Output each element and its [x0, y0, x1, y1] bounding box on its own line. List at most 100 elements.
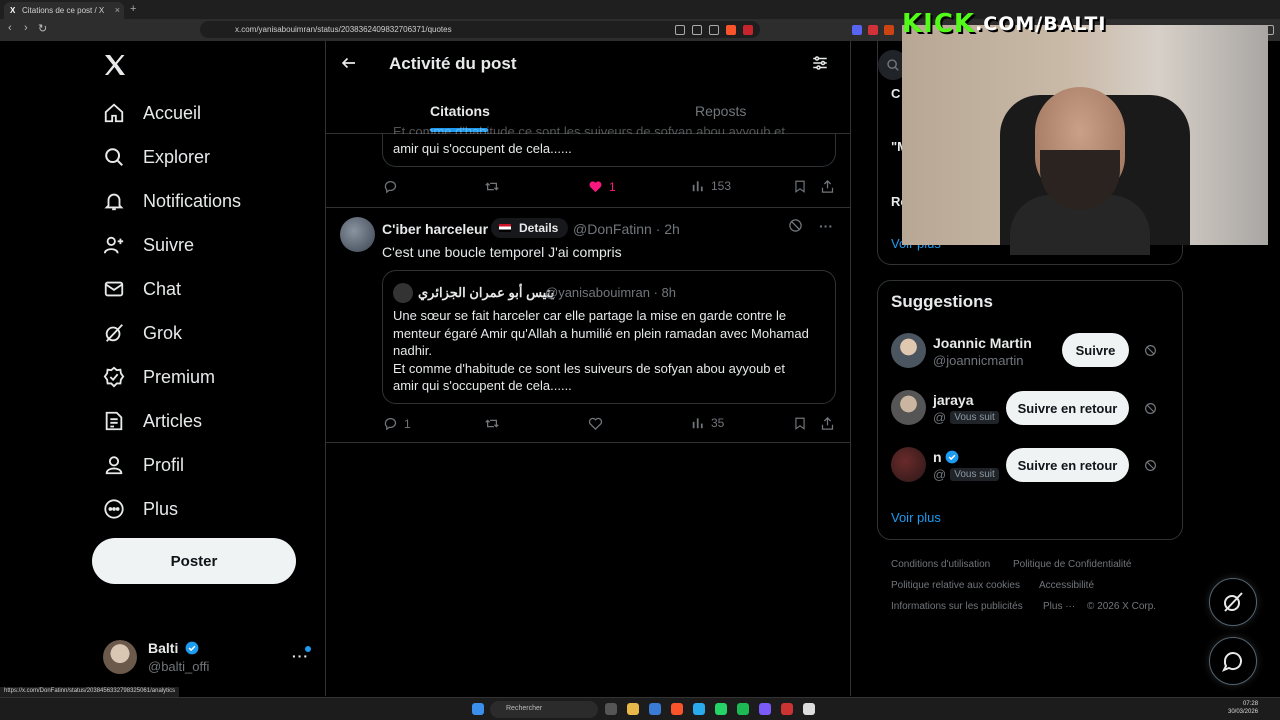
- taskbar-clock: 07:28 30/03/2026: [1228, 701, 1259, 715]
- dismiss-icon[interactable]: [1144, 402, 1157, 415]
- zoom-icon[interactable]: [675, 25, 685, 35]
- suggestion-name[interactable]: n: [933, 449, 959, 465]
- nav-item-label: Notifications: [143, 190, 242, 211]
- account-handle: @balti_offi: [148, 659, 210, 674]
- nav-item-accueil[interactable]: Accueil: [103, 99, 201, 127]
- footer-cookies-link[interactable]: Politique relative aux cookies: [891, 580, 1020, 591]
- post-author-name[interactable]: C'iber harceleur: [382, 221, 488, 237]
- details-badge[interactable]: Details: [491, 218, 569, 238]
- taskbar-search[interactable]: Rechercher: [490, 701, 598, 718]
- footer-terms-link[interactable]: Conditions d'utilisation: [891, 559, 990, 570]
- grok-floating-button[interactable]: [1209, 578, 1257, 626]
- reload-icon[interactable]: ↻: [38, 22, 47, 35]
- like-button[interactable]: [588, 416, 603, 431]
- bookmark-button[interactable]: [793, 416, 807, 431]
- filter-icon[interactable]: [811, 54, 829, 72]
- x-logo-icon[interactable]: [103, 53, 127, 77]
- extension-icon[interactable]: [852, 25, 862, 35]
- views-icon: [691, 179, 705, 193]
- suggestion-handle: @joannicmartin: [933, 353, 1024, 368]
- nav-item-notifications[interactable]: Notifications: [103, 187, 241, 215]
- cast-icon[interactable]: [692, 25, 702, 35]
- close-tab-icon[interactable]: ×: [115, 5, 120, 15]
- suggestions-title: Suggestions: [891, 292, 994, 311]
- new-tab-icon[interactable]: +: [130, 3, 136, 15]
- nav-item-explorer[interactable]: Explorer: [103, 143, 210, 171]
- share-icon: [820, 416, 835, 431]
- show-more-suggestions-link[interactable]: Voir plus: [891, 510, 941, 525]
- nav-item-premium[interactable]: Premium: [103, 363, 215, 391]
- nav-item-profil[interactable]: Profil: [103, 451, 184, 479]
- trend-item[interactable]: C: [891, 86, 900, 101]
- task-view-icon[interactable]: [605, 703, 617, 715]
- share-icon[interactable]: [709, 25, 719, 35]
- spotify-icon[interactable]: [737, 703, 749, 715]
- chat-floating-button[interactable]: [1209, 637, 1257, 685]
- views-button[interactable]: 153: [691, 179, 731, 193]
- suggestion-name[interactable]: Joannic Martin: [933, 335, 1032, 351]
- tab-citations[interactable]: Citations: [430, 103, 490, 119]
- brave-rewards-icon[interactable]: [743, 25, 753, 35]
- brave-icon[interactable]: [671, 703, 683, 715]
- whatsapp-icon[interactable]: [715, 703, 727, 715]
- more-options-icon[interactable]: ···: [819, 218, 833, 234]
- avatar[interactable]: [891, 333, 926, 368]
- back-arrow-icon[interactable]: [340, 54, 358, 72]
- footer-privacy-link[interactable]: Politique de Confidentialité: [1013, 559, 1131, 570]
- notion-icon[interactable]: [803, 703, 815, 715]
- share-button[interactable]: [820, 416, 835, 431]
- quoted-post-text: Une sœur se fait harceler car elle parta…: [393, 308, 809, 393]
- telegram-icon[interactable]: [693, 703, 705, 715]
- article-icon: [103, 410, 125, 432]
- file-explorer-icon[interactable]: [627, 703, 639, 715]
- heart-filled-icon: [588, 179, 603, 194]
- nav-item-articles[interactable]: Articles: [103, 407, 202, 435]
- follow-button[interactable]: Suivre: [1062, 333, 1129, 367]
- nav-item-chat[interactable]: Chat: [103, 275, 181, 303]
- dismiss-icon[interactable]: [1144, 344, 1157, 357]
- repost-button[interactable]: [484, 416, 500, 431]
- avatar[interactable]: [891, 447, 926, 482]
- views-button[interactable]: 35: [691, 416, 724, 430]
- suggestion-name[interactable]: jaraya: [933, 392, 973, 408]
- avatar[interactable]: [103, 640, 137, 674]
- post-button[interactable]: Poster: [92, 538, 296, 584]
- nav-item-grok[interactable]: Grok: [103, 319, 182, 347]
- bookmark-button[interactable]: [793, 179, 807, 194]
- status-bar-url: https://x.com/DonFatinn/status/203845633…: [0, 687, 180, 697]
- share-button[interactable]: [820, 179, 835, 194]
- footer-accessibility-link[interactable]: Accessibilité: [1039, 580, 1094, 591]
- windows-start-icon[interactable]: [472, 703, 484, 715]
- browser-tab[interactable]: X Citations de ce post / X ×: [4, 2, 124, 19]
- footer-ads-link[interactable]: Informations sur les publicités: [891, 601, 1023, 612]
- reply-button[interactable]: [383, 179, 398, 194]
- unread-dot: [305, 646, 311, 652]
- nav-item-plus[interactable]: Plus: [103, 495, 178, 523]
- app-icon[interactable]: [781, 703, 793, 715]
- extension-icon[interactable]: [868, 25, 878, 35]
- suggestion-handle: @ Vous suit: [933, 467, 999, 482]
- follow-back-button[interactable]: Suivre en retour: [1006, 448, 1129, 482]
- forward-nav-icon[interactable]: ›: [24, 22, 28, 34]
- like-button[interactable]: 1: [588, 179, 616, 194]
- back-nav-icon[interactable]: ‹: [8, 22, 12, 34]
- reply-button[interactable]: 1: [383, 416, 411, 431]
- brave-shield-icon[interactable]: [726, 25, 736, 35]
- browser-tab-title: Citations de ce post / X: [22, 6, 105, 15]
- repost-button[interactable]: [484, 179, 500, 194]
- tab-reposts[interactable]: Reposts: [695, 103, 746, 119]
- app-icon[interactable]: [649, 703, 661, 715]
- nav-item-suivre[interactable]: Suivre: [103, 231, 194, 259]
- follow-back-button[interactable]: Suivre en retour: [1006, 391, 1129, 425]
- grok-icon: [103, 322, 125, 344]
- footer-more-link[interactable]: Plus ···: [1043, 601, 1075, 612]
- block-icon[interactable]: [788, 218, 803, 233]
- avatar[interactable]: [340, 217, 375, 252]
- dismiss-icon[interactable]: [1144, 459, 1157, 472]
- verified-badge-icon: [185, 641, 199, 655]
- extension-icon[interactable]: [884, 25, 894, 35]
- post-divider: [326, 207, 850, 208]
- post-author-handle[interactable]: @DonFatinn · 2h: [573, 221, 680, 237]
- app-icon[interactable]: [759, 703, 771, 715]
- avatar[interactable]: [891, 390, 926, 425]
